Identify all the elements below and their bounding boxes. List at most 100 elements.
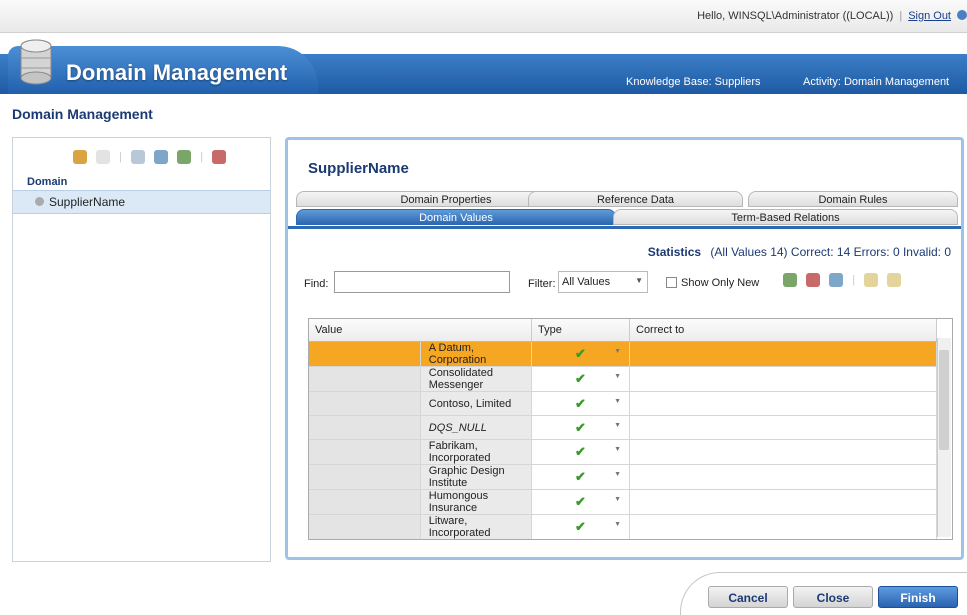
row-header[interactable] [309,464,421,490]
correct-to-cell[interactable] [629,514,937,539]
chevron-down-icon[interactable]: ▼ [614,373,621,380]
table-row[interactable]: Humongous Insurance ✔ ▼ [309,489,937,515]
create-domain-icon[interactable] [73,150,87,164]
domain-list-item-label: SupplierName [49,195,126,209]
correct-to-cell[interactable] [629,415,937,440]
tab-reference-data[interactable]: Reference Data [528,191,743,207]
value-cell[interactable]: Graphic Design Institute [420,464,533,490]
value-cell[interactable]: DQS_NULL [420,415,533,440]
finish-button[interactable]: Finish [878,586,958,608]
value-cell[interactable]: Contoso, Limited [420,391,533,416]
correct-count: Correct: 14 [790,245,851,259]
find-input[interactable] [334,271,510,293]
column-header-type[interactable]: Type [531,319,630,342]
delete-value-icon[interactable] [806,273,821,287]
value-cell[interactable]: Fabrikam, Incorporated [420,439,533,465]
correct-to-cell[interactable] [629,366,937,392]
app-title: Domain Management [66,60,288,85]
row-header[interactable] [309,439,421,465]
checkmark-icon: ✔ [575,346,586,361]
table-row[interactable]: Consolidated Messenger ✔ ▼ [309,366,937,392]
row-header[interactable] [309,366,421,392]
row-header[interactable] [309,391,421,416]
type-cell[interactable]: ✔ ▼ [531,464,630,490]
row-header[interactable] [309,514,421,539]
invalid-count: Invalid: 0 [902,245,951,259]
correct-to-cell[interactable] [629,464,937,490]
type-cell[interactable]: ✔ ▼ [531,366,630,392]
import-values-icon[interactable] [177,150,192,164]
tab-term-based-relations[interactable]: Term-Based Relations [613,209,958,225]
checkmark-icon: ✔ [575,469,586,484]
value-cell[interactable]: Litware, Incorporated [420,514,533,539]
domain-list-panel: | | Domain SupplierName [12,137,271,562]
type-cell[interactable]: ✔ ▼ [531,341,630,367]
column-header-correct-to[interactable]: Correct to [629,319,937,342]
user-greeting-area: Hello, WINSQL\Administrator ((LOCAL)) | Si… [697,10,967,22]
value-cell[interactable]: A Datum, Corporation [420,341,533,367]
value-cell[interactable]: Humongous Insurance [420,489,533,515]
domain-column-header: Domain [27,176,68,188]
row-header[interactable] [309,489,421,515]
chevron-down-icon[interactable]: ▼ [614,496,621,503]
filter-select[interactable]: All Values ▼ [558,271,648,293]
tab-domain-values[interactable]: Domain Values [296,209,616,225]
duplicate-domain-icon[interactable] [131,150,146,164]
greeting-text: Hello, WINSQL\Administrator ((LOCAL)) [697,10,894,22]
clear-filter-icon[interactable] [887,273,902,287]
row-header[interactable] [309,415,421,440]
checkmark-icon: ✔ [575,395,586,411]
filter-label: Filter: [528,278,556,290]
scrollbar-thumb[interactable] [939,350,949,450]
chevron-down-icon[interactable]: ▼ [614,422,621,429]
type-cell[interactable]: ✔ ▼ [531,439,630,465]
grid-scrollbar[interactable] [937,338,951,537]
chevron-down-icon[interactable]: ▼ [614,471,621,478]
table-row[interactable]: Graphic Design Institute ✔ ▼ [309,464,937,490]
table-row[interactable]: Fabrikam, Incorporated ✔ ▼ [309,439,937,465]
chevron-down-icon[interactable]: ▼ [614,398,621,405]
correct-to-cell[interactable] [629,341,937,367]
type-cell[interactable]: ✔ ▼ [531,514,630,539]
all-values-count: (All Values 14) [710,245,788,259]
chevron-down-icon[interactable]: ▼ [614,521,621,528]
close-button[interactable]: Close [793,586,873,608]
table-row[interactable]: Litware, Incorporated ✔ ▼ [309,514,937,539]
table-row[interactable]: DQS_NULL ✔ ▼ [309,415,937,440]
find-label: Find: [304,278,329,290]
correct-to-cell[interactable] [629,489,937,515]
checkmark-icon: ✔ [575,371,586,386]
tab-domain-rules[interactable]: Domain Rules [748,191,958,207]
cancel-button[interactable]: Cancel [708,586,788,608]
add-value-icon[interactable] [783,273,797,287]
type-cell[interactable]: ✔ ▼ [531,489,630,515]
sign-out-link[interactable]: Sign Out [908,10,951,22]
type-cell[interactable]: ✔ ▼ [531,391,630,416]
delete-domain-icon[interactable] [212,150,227,164]
type-cell[interactable]: ✔ ▼ [531,415,630,440]
correct-to-cell[interactable] [629,391,937,416]
table-row[interactable]: A Datum, Corporation ✔ ▼ [309,341,937,367]
chevron-down-icon[interactable]: ▼ [614,446,621,453]
table-row[interactable]: Contoso, Limited ✔ ▼ [309,391,937,416]
correct-to-cell[interactable] [629,439,937,465]
domain-list-item[interactable]: SupplierName [13,190,270,214]
errors-count: Errors: 0 [853,245,900,259]
domain-values-grid: Value Type Correct to A Datum, Corporati… [308,318,953,540]
checkmark-icon: ✔ [575,444,586,459]
import-domain-icon[interactable] [154,150,169,164]
column-header-value[interactable]: Value [309,319,532,342]
filter-icon[interactable] [864,273,879,287]
create-composite-domain-icon[interactable] [96,150,111,164]
tab-underline [288,226,961,229]
row-header[interactable] [309,341,421,367]
checkmark-icon: ✔ [575,519,586,534]
import-values-icon[interactable] [829,273,844,287]
chevron-down-icon[interactable]: ▼ [614,348,621,355]
show-only-new-checkbox[interactable] [666,277,677,288]
value-cell[interactable]: Consolidated Messenger [420,366,533,392]
domain-icon [35,197,44,206]
checkmark-icon: ✔ [575,419,586,435]
page-title: Domain Management [12,106,153,122]
help-globe-icon[interactable] [957,10,967,20]
